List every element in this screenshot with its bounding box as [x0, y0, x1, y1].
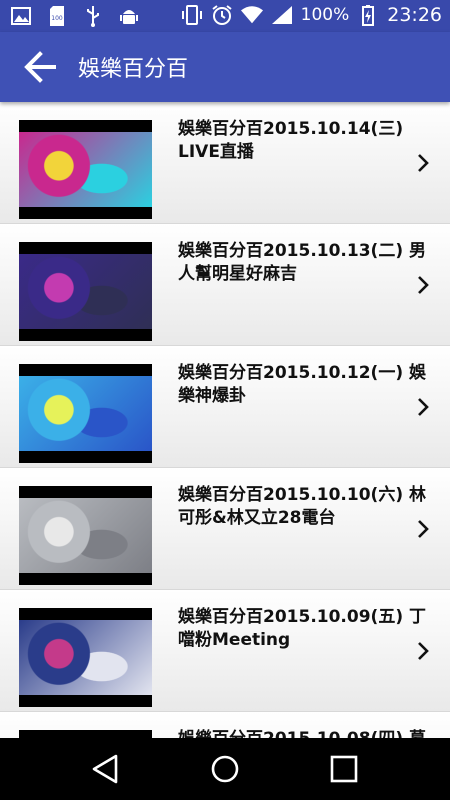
back-button[interactable]	[22, 49, 58, 85]
episode-title: 娛樂百分百2015.10.09(五) 丁噹粉Meeting	[178, 607, 427, 650]
page-title: 娛樂百分百	[78, 57, 189, 82]
episode-thumbnail	[19, 364, 152, 463]
episode-thumbnail	[19, 608, 152, 707]
episode-title: 娛樂百分百2015.10.08(四) 募	[178, 728, 433, 738]
chevron-right-icon	[418, 398, 429, 416]
episode-list[interactable]: 娛樂百分百2015.10.14(三) LIVE直播 娛樂百分百2015.10.1…	[0, 102, 450, 738]
list-item[interactable]: 娛樂百分百2015.10.12(一) 娛樂神爆卦	[0, 346, 450, 468]
episode-thumbnail	[19, 242, 152, 341]
episode-thumbnail	[19, 486, 152, 585]
chevron-right-icon	[418, 276, 429, 294]
episode-title: 娛樂百分百2015.10.12(一) 娛樂神爆卦	[178, 363, 427, 406]
episode-title: 娛樂百分百2015.10.10(六) 林可彤&林又立28電台	[178, 485, 427, 528]
battery-charging-icon	[357, 4, 379, 26]
list-item[interactable]: 娛樂百分百2015.10.14(三) LIVE直播	[0, 102, 450, 224]
status-bar: 100 100% 23:26	[0, 0, 450, 32]
arrow-back-icon	[24, 51, 56, 83]
svg-text:100: 100	[51, 15, 63, 22]
clock-time: 23:26	[387, 4, 442, 26]
vibrate-icon	[181, 4, 203, 26]
square-recents-icon[interactable]	[327, 752, 361, 786]
usb-icon	[82, 5, 104, 27]
triangle-back-icon[interactable]	[89, 752, 123, 786]
episode-thumbnail	[19, 730, 152, 738]
episode-thumbnail	[19, 120, 152, 219]
episode-title: 娛樂百分百2015.10.13(二) 男人幫明星好麻吉	[178, 241, 427, 284]
chevron-right-icon	[418, 520, 429, 538]
list-item[interactable]: 娛樂百分百2015.10.08(四) 募	[0, 712, 450, 738]
list-item[interactable]: 娛樂百分百2015.10.09(五) 丁噹粉Meeting	[0, 590, 450, 712]
chevron-right-icon	[418, 642, 429, 660]
android-icon	[118, 5, 140, 27]
chevron-right-icon	[418, 154, 429, 172]
list-item[interactable]: 娛樂百分百2015.10.13(二) 男人幫明星好麻吉	[0, 224, 450, 346]
list-item[interactable]: 娛樂百分百2015.10.10(六) 林可彤&林又立28電台	[0, 468, 450, 590]
app-bar: 娛樂百分百	[0, 32, 450, 102]
signal-icon	[271, 4, 293, 26]
wifi-icon	[240, 4, 263, 26]
battery-percent: 100%	[300, 5, 350, 25]
alarm-icon	[211, 4, 233, 26]
circle-home-icon[interactable]	[208, 752, 242, 786]
storage-100-icon: 100	[46, 5, 68, 27]
episode-title: 娛樂百分百2015.10.14(三) LIVE直播	[178, 119, 404, 162]
navigation-bar	[0, 738, 450, 800]
image-icon	[10, 5, 32, 27]
